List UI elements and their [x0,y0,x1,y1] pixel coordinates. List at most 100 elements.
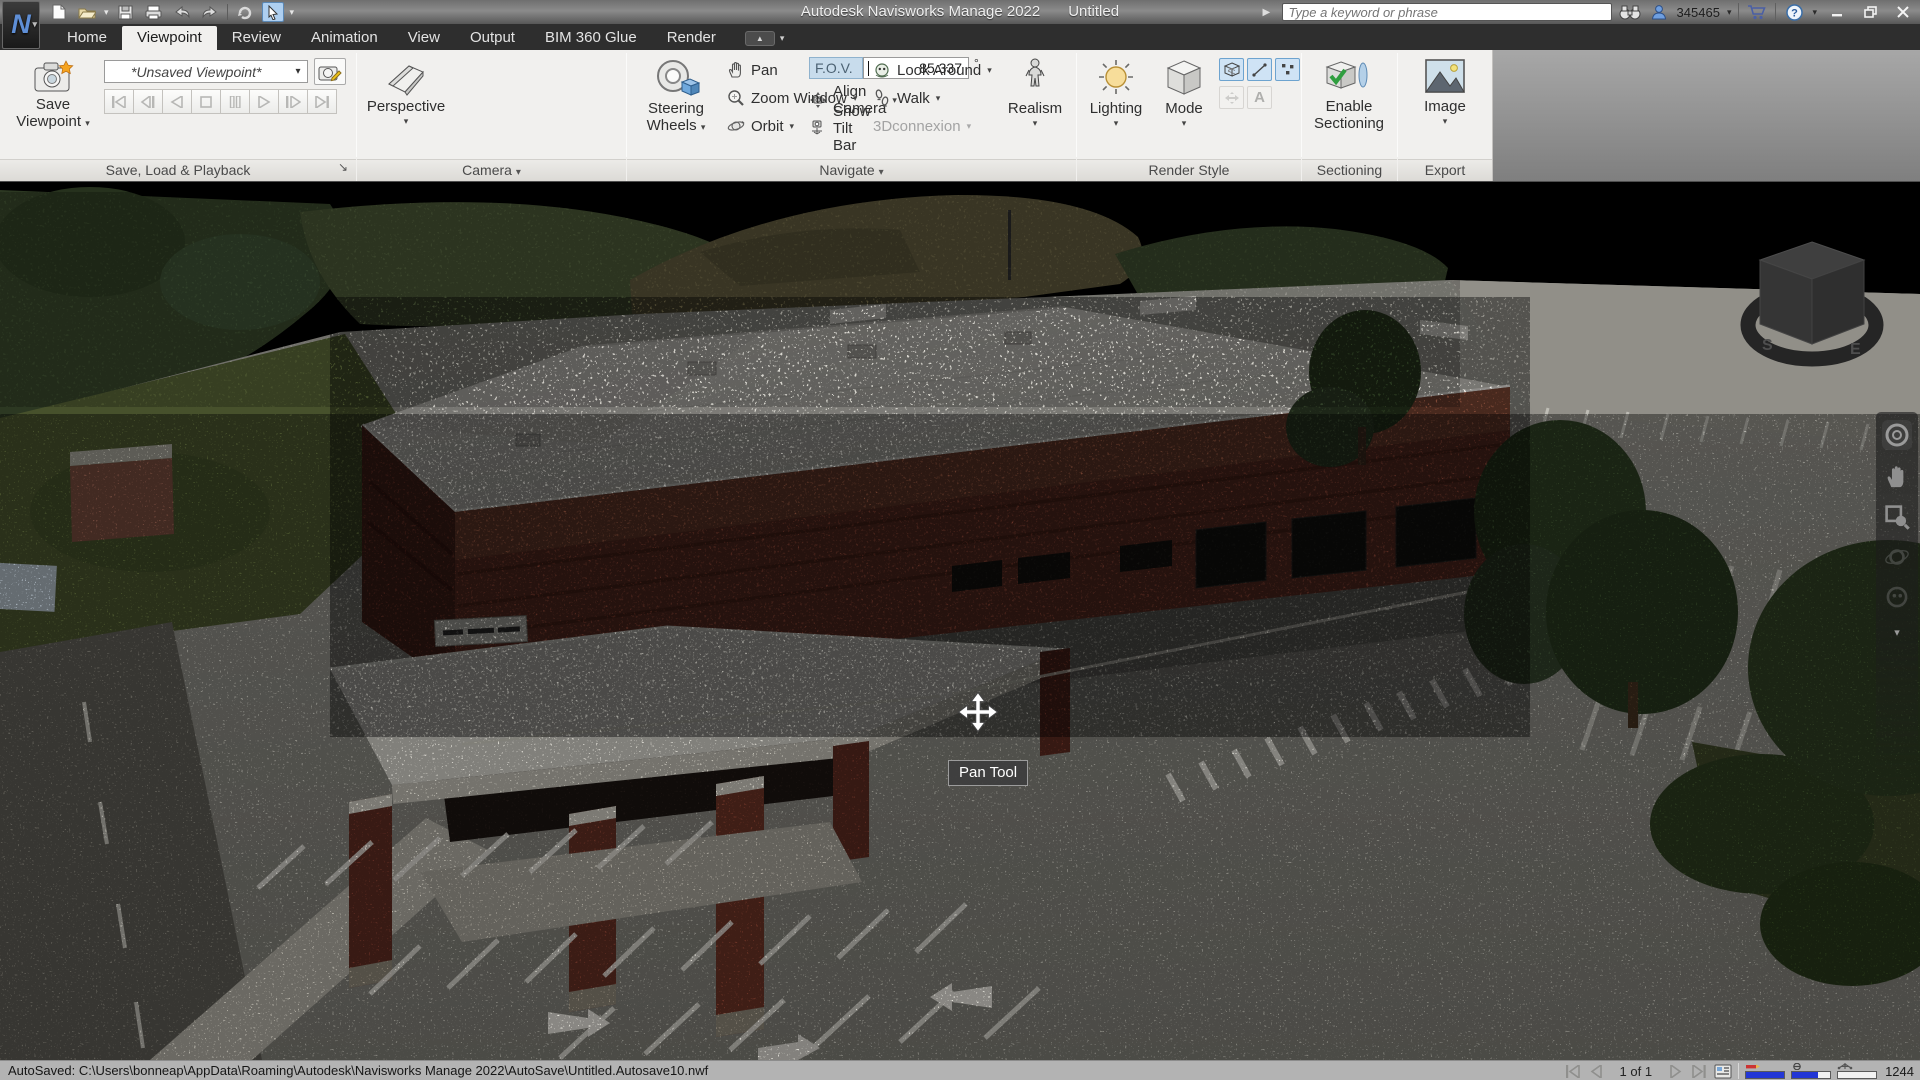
tab-view[interactable]: View [393,26,455,50]
print-button[interactable] [143,2,165,22]
disk-icon [1791,1063,1803,1070]
rewind-start-button[interactable] [104,89,134,114]
save-viewpoint-button[interactable]: Save Viewpoint ▾ [10,53,96,131]
pan-button[interactable]: Pan [727,58,778,82]
first-sheet-button[interactable] [1564,1063,1582,1079]
render-snap-points-toggle[interactable] [1219,86,1244,109]
previous-sheet-button[interactable] [1588,1063,1606,1079]
app-store-cart-icon[interactable] [1746,2,1768,22]
last-sheet-button[interactable] [1690,1063,1708,1079]
sign-in-user-icon[interactable] [1648,2,1670,22]
open-dropdown-icon[interactable]: ▾ [104,7,109,18]
render-text-toggle[interactable]: A [1247,86,1272,109]
zoom-window-button[interactable]: Zoom Window▾ [727,86,857,110]
realism-dropdown-icon[interactable]: ▾ [1033,119,1038,127]
perspective-button[interactable]: Perspective ▾ [365,53,447,126]
lighting-dropdown-icon[interactable]: ▾ [1114,119,1119,127]
navbar-more-chevron-icon[interactable]: ▾ [1894,626,1900,639]
export-image-dropdown-icon[interactable]: ▾ [1443,117,1448,125]
ribbon-display-dropdown-icon[interactable]: ▾ [780,33,785,44]
new-file-button[interactable] [48,2,70,22]
search-binoculars-icon[interactable] [1619,2,1641,22]
close-button[interactable] [1890,3,1916,21]
next-sheet-button[interactable] [1666,1063,1684,1079]
tab-review[interactable]: Review [217,26,296,50]
tab-bim360glue[interactable]: BIM 360 Glue [530,26,652,50]
user-id-label[interactable]: 345465 [1677,5,1720,20]
enable-sectioning-button[interactable]: Enable Sectioning [1307,53,1391,133]
steering-wheel-nav-icon[interactable] [1882,420,1912,450]
mode-button[interactable]: Mode ▾ [1153,53,1215,128]
undo-button[interactable] [171,2,193,22]
group-label-render-style[interactable]: Render Style [1077,159,1301,181]
tab-render[interactable]: Render [652,26,731,50]
refresh-button[interactable] [234,2,256,22]
walk-button[interactable]: Walk▾ [873,86,940,110]
tab-viewpoint[interactable]: Viewpoint [122,26,217,50]
viewport-3d[interactable]: W N S E Pan Tool [0,182,1920,1060]
render-surfaces-toggle[interactable] [1219,58,1244,81]
stop-button[interactable] [191,89,221,114]
group-label-save-load-playback[interactable]: Save, Load & Playback ↘ [0,159,356,181]
perspective-dropdown-icon[interactable]: ▾ [404,117,409,125]
tab-home[interactable]: Home [52,26,122,50]
ribbon-display-icon[interactable]: ▲ [745,31,775,46]
restore-button[interactable] [1857,3,1883,21]
help-dropdown-icon[interactable]: ▾ [1812,7,1817,18]
step-back-button[interactable] [133,89,163,114]
minimize-button[interactable] [1824,3,1850,21]
go-to-end-button[interactable] [307,89,337,114]
camera-plus-icon [32,58,74,94]
play-backward-button[interactable] [162,89,192,114]
open-file-button[interactable] [76,2,98,22]
group-label-navigate[interactable]: Navigate ▾ [627,159,1076,181]
pan-nav-icon[interactable] [1884,464,1910,490]
viewport-3d-scene[interactable]: W N S E [0,182,1920,1060]
export-image-button[interactable]: Image ▾ [1414,53,1476,126]
orbit-dropdown-icon[interactable]: ▾ [790,121,795,132]
tab-animation[interactable]: Animation [296,26,393,50]
select-tool-button[interactable] [262,2,284,22]
search-input[interactable] [1282,3,1612,21]
help-icon[interactable]: ? [1783,2,1805,22]
qat-separator [227,4,228,20]
tab-output[interactable]: Output [455,26,530,50]
redo-button[interactable] [199,2,221,22]
viewpoint-combo-dropdown-icon[interactable]: ▾ [289,66,307,77]
step-forward-button[interactable] [278,89,308,114]
render-lines-toggle[interactable] [1247,58,1272,81]
pause-button[interactable] [220,89,250,114]
viewpoint-combobox[interactable]: *Unsaved Viewpoint* ▾ [104,60,308,83]
walk-dropdown-icon[interactable]: ▾ [936,93,941,104]
select-dropdown-icon[interactable]: ▾ [290,7,295,18]
disk-progress-meter [1791,1063,1831,1079]
save-viewpoint-dropdown-icon[interactable]: ▾ [85,118,90,128]
application-menu-button[interactable]: N▾ [2,1,40,49]
orbit-nav-icon[interactable] [1884,544,1910,570]
look-around-button[interactable]: Look Around▾ [873,58,992,82]
look-nav-icon[interactable] [1884,584,1910,610]
edit-viewpoint-button[interactable] [314,58,346,85]
zoom-window-dropdown-icon[interactable]: ▾ [853,93,858,104]
group-label-sectioning[interactable]: Sectioning [1302,159,1397,181]
mode-dropdown-icon[interactable]: ▾ [1182,119,1187,127]
realism-button[interactable]: Realism ▾ [1003,53,1067,128]
play-button[interactable] [249,89,279,114]
steering-wheels-button[interactable]: Steering Wheels ▾ [635,53,717,135]
orbit-button[interactable]: Orbit▾ [727,114,794,138]
autosave-path-label: AutoSaved: C:\Users\bonneap\AppData\Roam… [0,1063,708,1078]
threedconnexion-button[interactable]: 3Dconnexion▾ [873,114,971,138]
group-label-camera[interactable]: Camera ▾ [357,159,626,181]
save-button[interactable] [115,2,137,22]
zoom-nav-icon[interactable] [1884,504,1910,530]
lighting-button[interactable]: Lighting ▾ [1083,53,1149,128]
look-around-dropdown-icon[interactable]: ▾ [987,65,992,76]
group-label-export[interactable]: Export [1398,159,1492,181]
dialog-launcher-icon[interactable]: ↘ [338,157,348,178]
user-dropdown-icon[interactable]: ▾ [1727,7,1732,18]
sheet-browser-button[interactable] [1714,1063,1732,1079]
render-points-toggle[interactable] [1275,58,1300,81]
search-panel-arrow-icon[interactable]: ▶ [1263,7,1275,18]
viewcube[interactable]: W N S E [1748,242,1876,359]
steering-wheels-dropdown-icon[interactable]: ▾ [701,122,706,132]
